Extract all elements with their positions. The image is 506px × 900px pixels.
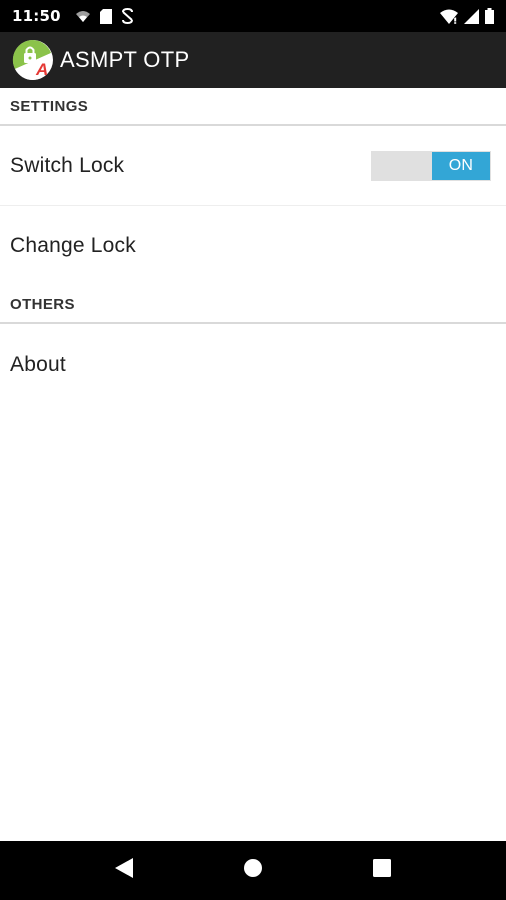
switch-lock-toggle[interactable]: ON [371,150,491,181]
app-title: ASMPT OTP [60,47,190,72]
status-left-icons [75,8,134,24]
battery-icon [485,8,494,24]
recents-icon [372,859,391,882]
app-logo-letter: A [35,60,48,79]
app-bar: A ASMPT OTP [0,32,506,88]
status-right-icons [440,8,494,24]
section-header-others: OTHERS [0,286,506,324]
status-time: 11:50 [12,7,61,25]
cell-signal-icon [464,8,479,24]
home-icon [243,858,263,883]
pref-change-lock[interactable]: Change Lock [0,206,506,286]
app-logo: A [12,39,54,81]
wifi-calling-icon [75,9,91,23]
pref-switch-lock[interactable]: Switch Lock ON [0,126,506,206]
pref-about[interactable]: About [0,324,506,406]
wifi-signal-icon [440,9,458,24]
recents-button[interactable] [362,851,402,891]
section-header-settings: SETTINGS [0,88,506,126]
pref-change-lock-label: Change Lock [10,234,136,257]
pref-about-label: About [10,353,66,376]
back-button[interactable] [104,851,144,891]
navigation-bar [0,841,506,900]
sync-icon [121,8,134,24]
back-icon [115,858,134,883]
pref-switch-lock-label: Switch Lock [10,153,125,177]
sd-card-icon [99,8,112,24]
switch-lock-toggle-knob: ON [432,151,490,180]
status-bar: 11:50 [0,0,506,32]
preferences-list: SETTINGS Switch Lock ON Change Lock OTHE… [0,88,506,841]
home-button[interactable] [233,851,273,891]
